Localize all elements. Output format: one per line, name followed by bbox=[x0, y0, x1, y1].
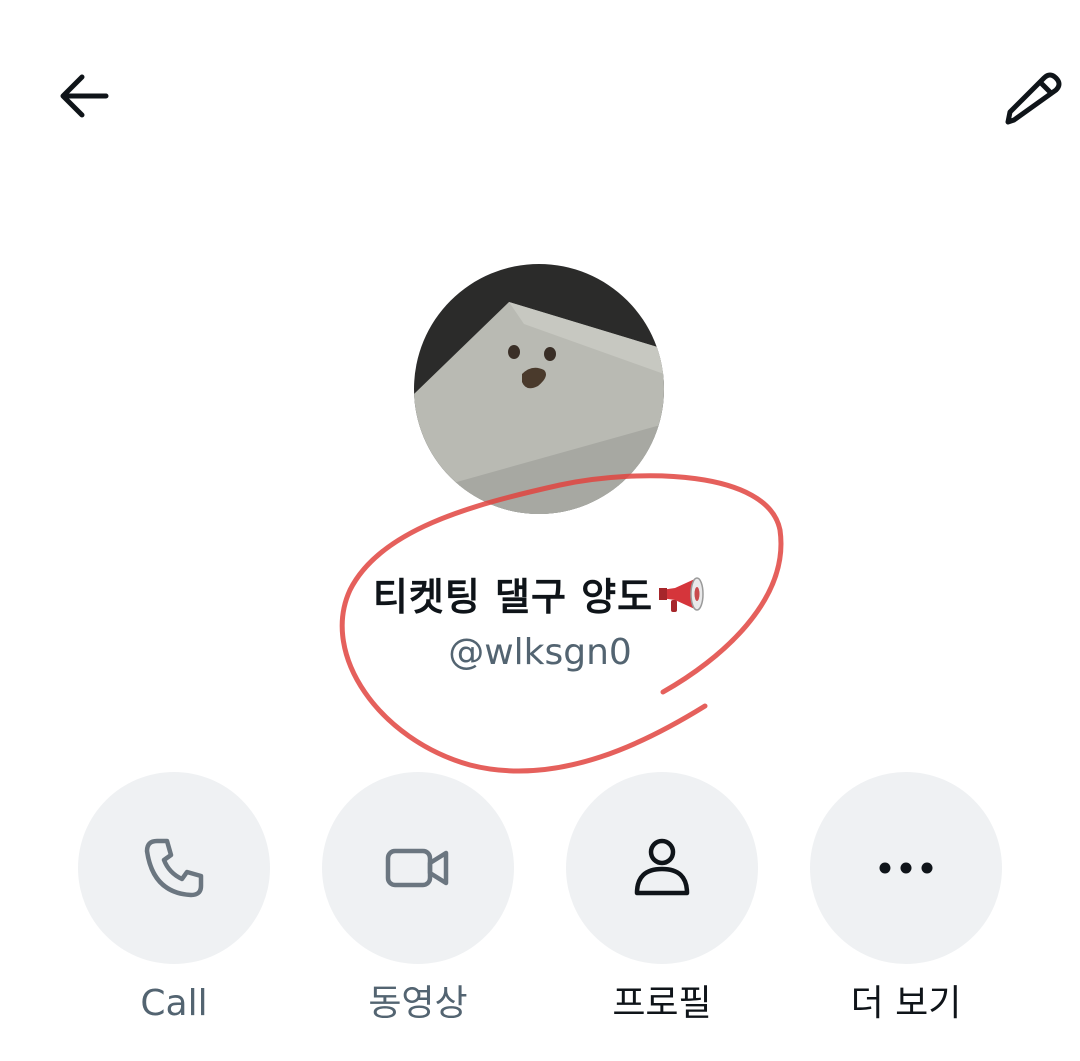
profile-label: 프로필 bbox=[612, 983, 712, 1024]
pencil-icon bbox=[1005, 72, 1062, 125]
more-button-circle[interactable] bbox=[810, 772, 1002, 964]
video-call-button[interactable]: 동영상 bbox=[320, 772, 516, 1028]
avatar-image bbox=[414, 264, 664, 514]
profile-display-name: 티켓팅 댈구 양도 bbox=[0, 566, 1080, 625]
edit-button[interactable] bbox=[984, 48, 1080, 144]
video-camera-icon bbox=[385, 848, 449, 888]
call-button[interactable]: Call bbox=[76, 772, 272, 1028]
back-button[interactable] bbox=[36, 48, 132, 144]
megaphone-emoji-icon bbox=[657, 574, 707, 625]
video-button-circle[interactable] bbox=[322, 772, 514, 964]
call-label: Call bbox=[140, 983, 208, 1024]
profile-button-circle[interactable] bbox=[566, 772, 758, 964]
avatar[interactable] bbox=[414, 264, 664, 514]
profile-button[interactable]: 프로필 bbox=[564, 772, 760, 1028]
call-button-circle[interactable] bbox=[78, 772, 270, 964]
more-button[interactable]: 더 보기 bbox=[808, 772, 1004, 1028]
person-icon bbox=[634, 838, 690, 896]
arrow-left-icon bbox=[60, 74, 109, 118]
profile-handle: @wlksgn0 bbox=[448, 632, 632, 673]
video-label: 동영상 bbox=[368, 983, 468, 1024]
phone-icon bbox=[144, 838, 204, 898]
display-name-text: 티켓팅 댈구 양도 bbox=[372, 575, 654, 619]
more-label: 더 보기 bbox=[850, 983, 962, 1024]
more-dots-icon bbox=[879, 862, 933, 874]
